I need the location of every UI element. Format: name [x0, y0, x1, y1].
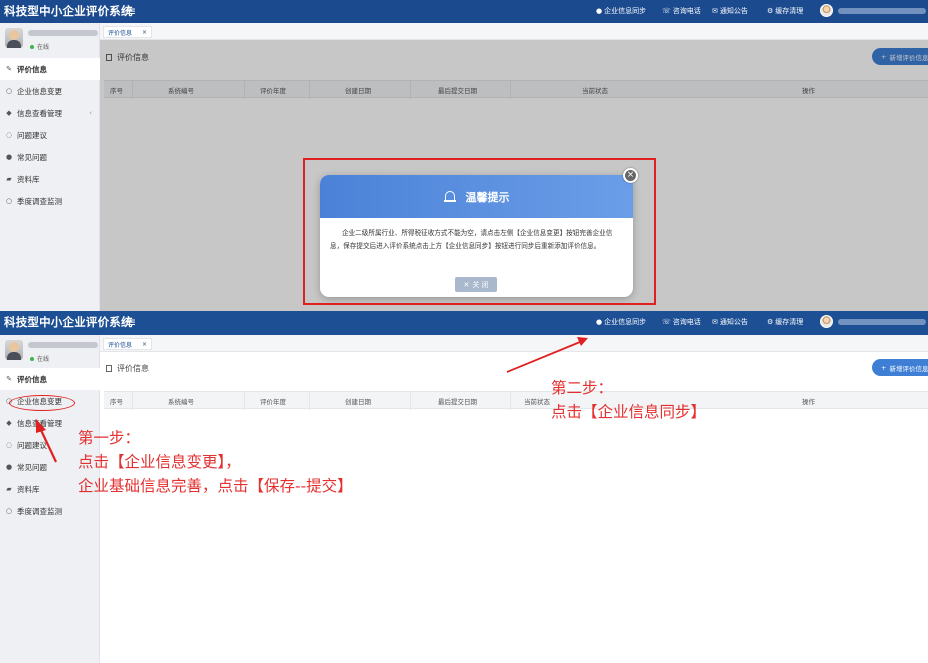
hamburger-icon[interactable]: ≡ — [126, 315, 136, 329]
refresh-icon: ⚙ — [767, 318, 774, 326]
topbar-cache-button[interactable]: ⚙ 缓存清理 — [767, 6, 803, 16]
step2-annotation: 第二步： 点击【企业信息同步】 — [551, 376, 706, 424]
user-icon: ● — [596, 7, 603, 15]
phone-icon: ☏ — [662, 318, 671, 326]
column-header: 创建日期 — [345, 398, 371, 406]
column-header: 评价年度 — [260, 398, 286, 406]
avatar — [5, 340, 23, 360]
column-header: 最后提交日期 — [438, 398, 477, 406]
online-dot-icon — [30, 356, 34, 361]
plus-icon: + — [881, 363, 887, 372]
top-navbar: 科技型中小企业评价系统 ≡ ● 企业信息同步 ☏ 咨询电话 ✉ 通知公告 ⚙ 缓存清理 — [0, 0, 928, 23]
tab-evaluation[interactable]: 评价信息 × — [103, 26, 153, 38]
sidebar-item-suggestions[interactable]: ◌ 问题建议 — [0, 124, 100, 146]
sidebar: 在线 ✎ 评价信息 ○ 企业信息变更 ◆ 信息查看管理 ‹ ◌ 问题建议 ● 常见问题 ▰ 资… — [0, 23, 100, 311]
tab-evaluation[interactable]: 评价信息 × — [103, 338, 153, 350]
topbar-cache-button[interactable]: ⚙ 缓存清理 — [767, 317, 803, 327]
highlight-circle — [9, 395, 75, 411]
chat-icon: ◌ — [5, 131, 13, 139]
tab-bar: 评价信息 × — [100, 23, 928, 40]
bell-icon: ✉ — [712, 7, 718, 15]
app-title: 科技型中小企业评价系统 — [4, 4, 133, 18]
column-header: 当前状态 — [524, 398, 550, 406]
close-icon[interactable]: × — [142, 29, 147, 36]
highlight-frame — [303, 158, 656, 305]
sidebar-item-evaluation[interactable]: ✎ 评价信息 — [0, 58, 100, 80]
question-icon: ● — [5, 153, 13, 161]
sidebar-item-quarterly-survey[interactable]: ○ 季度调查监测 — [0, 190, 100, 212]
sidebar: 在线 ✎ 评价信息 ○ 企业信息变更 ◆ 信息查看管理 ◌ 问题建议 ● 常见问题 ▰ 资料… — [0, 335, 100, 663]
table-header: 序号 系统编号 评价年度 创建日期 最后提交日期 当前状态 操作 — [104, 391, 928, 410]
column-header: 系统编号 — [168, 398, 194, 406]
add-evaluation-button[interactable]: + 新增评价信息 — [872, 359, 928, 376]
topbar-phone-button[interactable]: ☏ 咨询电话 — [662, 317, 701, 327]
sidebar-item-library[interactable]: ▰ 资料库 — [0, 168, 100, 190]
user-icon: ● — [596, 318, 603, 326]
online-status: 在线 — [30, 354, 49, 363]
circle-icon: ○ — [5, 507, 13, 515]
topbar-notice-button[interactable]: ✉ 通知公告 — [712, 6, 748, 16]
column-header: 序号 — [110, 398, 123, 406]
edit-icon: ✎ — [6, 65, 12, 73]
topbar-sync-button[interactable]: ● 企业信息同步 — [596, 6, 646, 16]
step2-line: 点击【企业信息同步】 — [551, 403, 707, 421]
bell-icon: ✉ — [712, 318, 718, 326]
username-redacted — [28, 30, 98, 36]
sidebar-item-info-change[interactable]: ○ 企业信息变更 — [0, 80, 100, 102]
sidebar-item-evaluation[interactable]: ✎ 评价信息 — [0, 368, 100, 390]
avatar — [5, 28, 23, 48]
username-redacted — [28, 342, 98, 348]
tab-bar: 评价信息 × — [100, 335, 928, 352]
top-navbar: 科技型中小企业评价系统 ≡ ● 企业信息同步 ☏ 咨询电话 ✉ 通知公告 ⚙ 缓存清理 — [0, 311, 928, 335]
step1-line: 点击【企业信息变更】， — [78, 453, 241, 471]
topbar-phone-button[interactable]: ☏ 咨询电话 — [662, 6, 701, 16]
user-panel: 在线 — [0, 335, 100, 371]
tag-icon: ◆ — [6, 419, 12, 427]
circle-icon: ○ — [5, 197, 13, 205]
sidebar-item-quarterly-survey[interactable]: ○ 季度调查监测 — [0, 500, 100, 522]
close-icon[interactable]: × — [142, 341, 147, 348]
folder-icon: ▰ — [6, 485, 12, 493]
online-dot-icon — [30, 44, 34, 49]
question-icon: ● — [5, 463, 13, 471]
chat-icon: ◌ — [5, 441, 13, 449]
app-title: 科技型中小企业评价系统 — [4, 315, 133, 329]
chevron-left-icon: ‹ — [89, 109, 92, 117]
step1-line: 第一步： — [78, 429, 141, 447]
topbar-username-redacted — [838, 8, 926, 14]
sidebar-item-info-manage[interactable]: ◆ 信息查看管理 ‹ — [0, 102, 100, 124]
refresh-icon: ⚙ — [767, 7, 774, 15]
step1-line: 企业基础信息完善，点击【保存--提交】 — [78, 477, 353, 495]
online-status: 在线 — [30, 42, 49, 51]
folder-icon: ▰ — [6, 175, 12, 183]
sidebar-item-faq[interactable]: ● 常见问题 — [0, 146, 100, 168]
topbar-notice-button[interactable]: ✉ 通知公告 — [712, 317, 748, 327]
topbar-avatar[interactable] — [820, 315, 833, 328]
topbar-avatar[interactable] — [820, 4, 833, 17]
column-header: 操作 — [802, 398, 815, 406]
document-icon — [106, 365, 112, 372]
circle-icon: ○ — [5, 87, 13, 95]
hamburger-icon[interactable]: ≡ — [126, 4, 136, 18]
step2-line: 第二步： — [551, 379, 614, 397]
tag-icon: ◆ — [6, 109, 12, 117]
user-panel: 在线 — [0, 23, 100, 59]
edit-icon: ✎ — [6, 375, 12, 383]
topbar-username-redacted — [838, 319, 926, 325]
topbar-sync-button[interactable]: ● 企业信息同步 — [596, 317, 646, 327]
section-title: 评价信息 — [106, 363, 149, 374]
phone-icon: ☏ — [662, 7, 671, 15]
step1-annotation: 第一步： 点击【企业信息变更】， 企业基础信息完善，点击【保存--提交】 — [78, 426, 353, 498]
